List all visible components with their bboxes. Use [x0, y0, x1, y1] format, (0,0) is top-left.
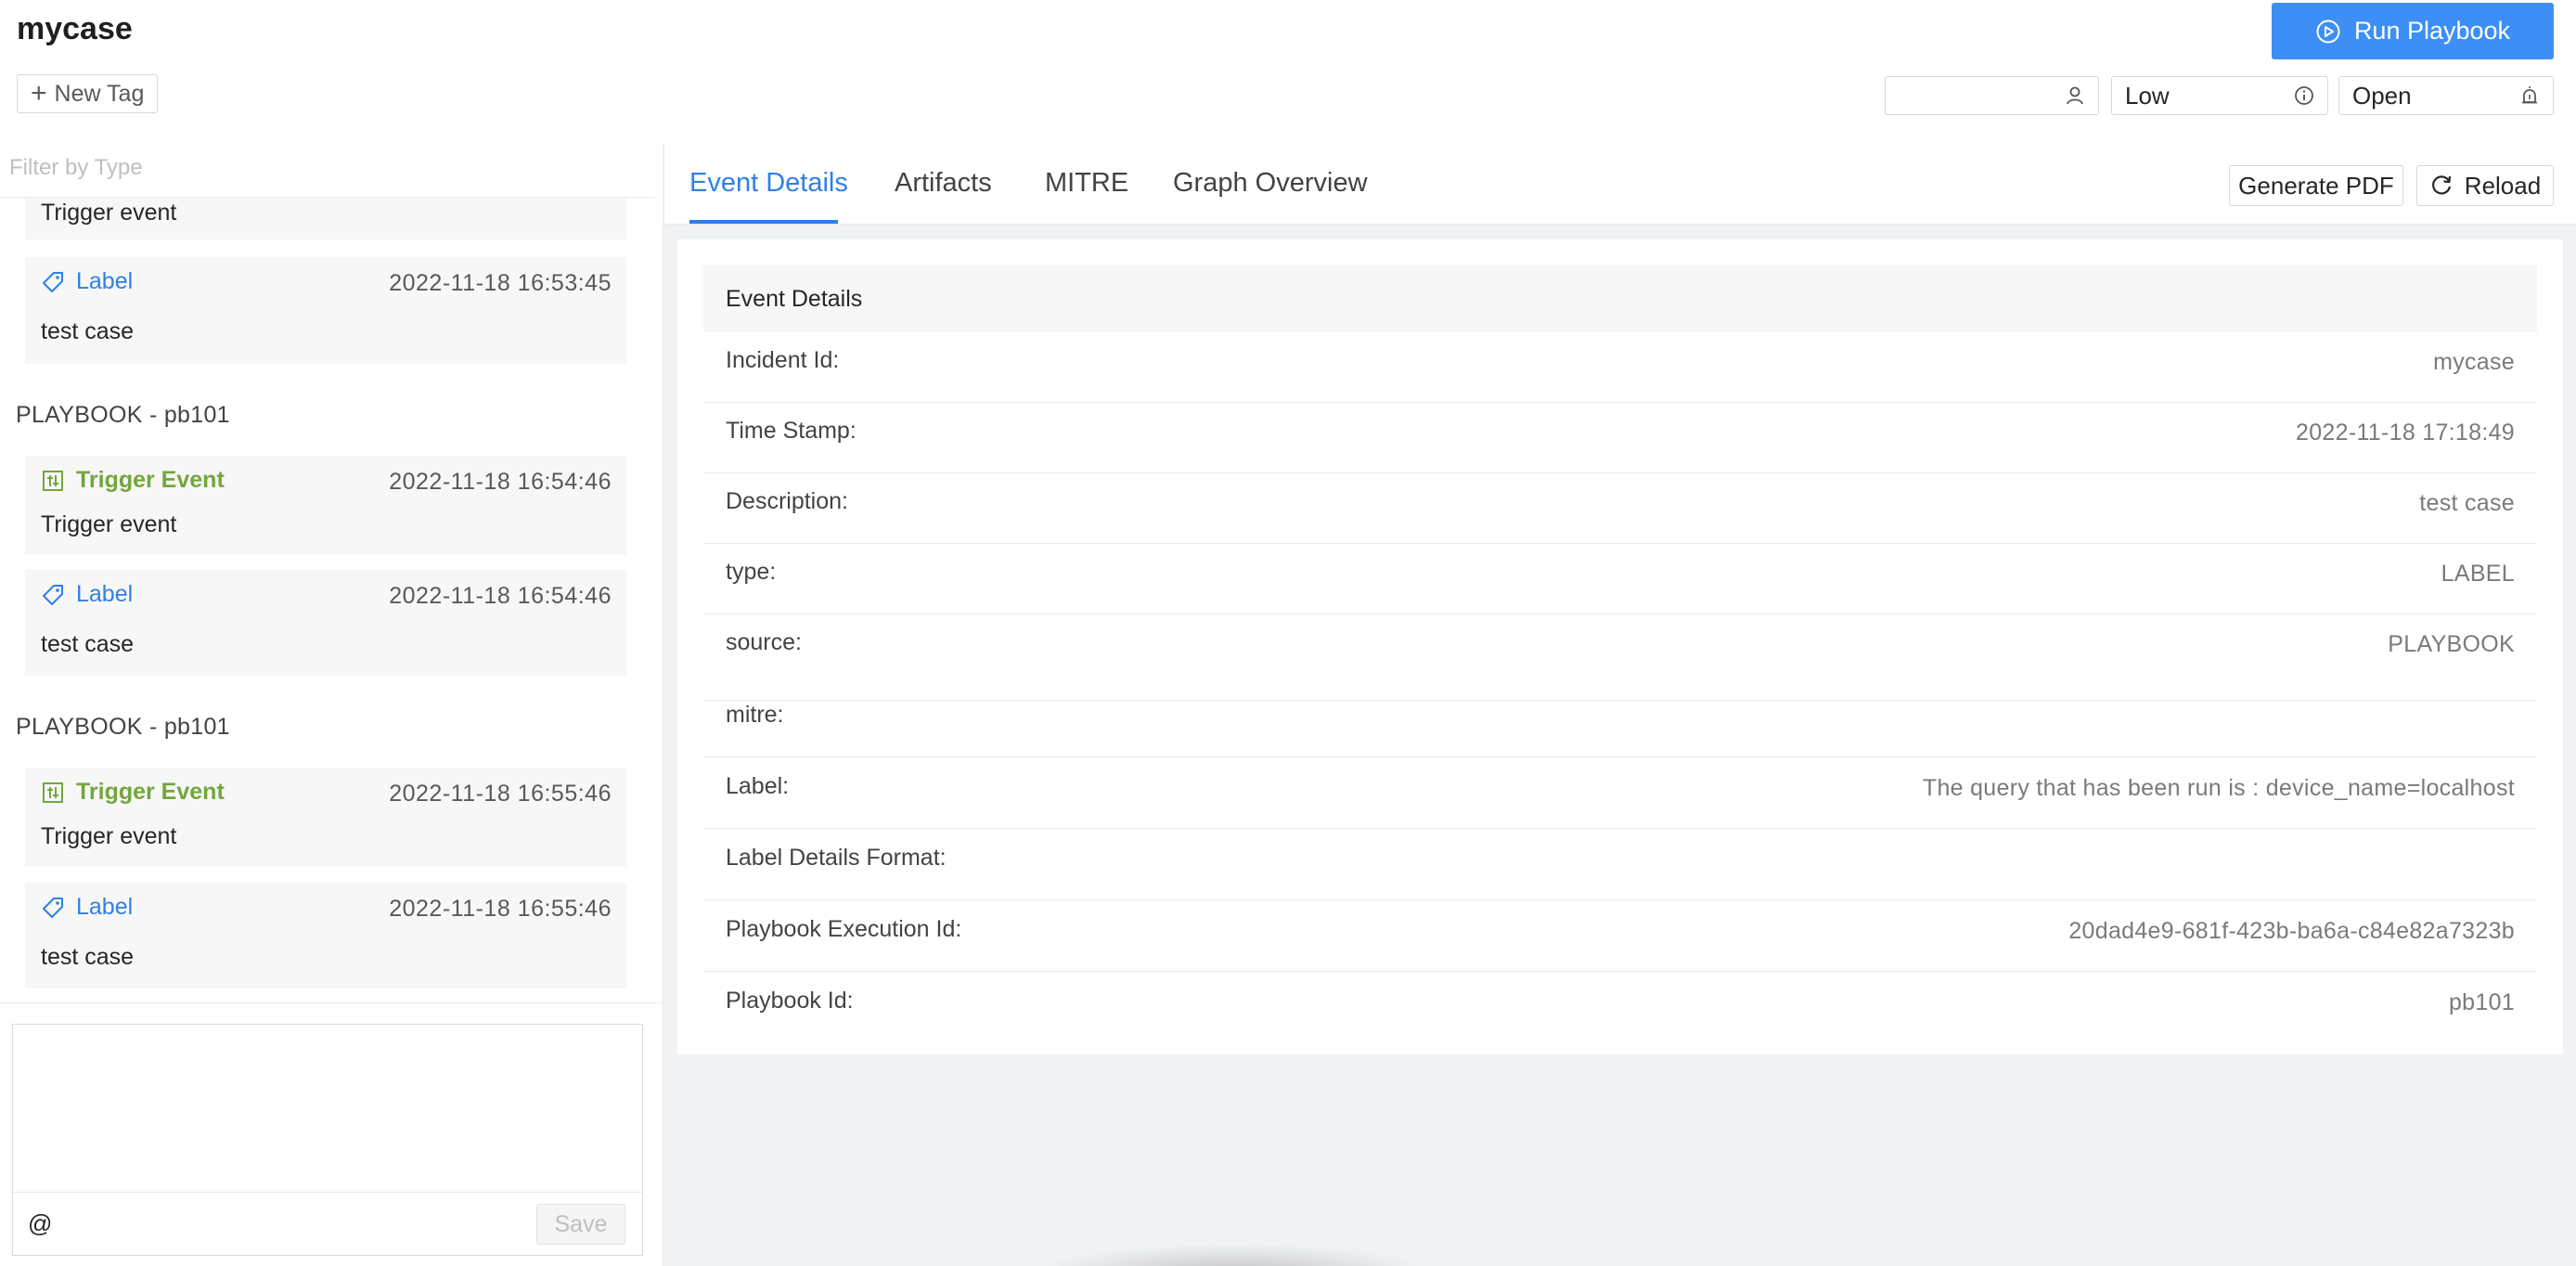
playbook-group-title: PLAYBOOK - pb101 — [16, 402, 230, 428]
detail-row-source: source: PLAYBOOK — [703, 614, 2537, 685]
comment-toolbar: @ Save — [13, 1192, 642, 1255]
user-icon — [2067, 86, 2083, 105]
status-select[interactable]: Open — [2338, 76, 2554, 115]
tab-graph-overview[interactable]: Graph Overview — [1173, 168, 1368, 199]
severity-select[interactable]: Low — [2111, 76, 2328, 115]
detail-row-mitre: mitre: — [703, 687, 2537, 757]
detail-value: The query that has been run is : device_… — [1922, 775, 2515, 801]
detail-key: type: — [726, 559, 777, 585]
detail-row-playbook-execution-id: Playbook Execution Id: 20dad4e9-681f-423… — [703, 901, 2537, 972]
detail-key: Playbook Id: — [726, 988, 854, 1014]
card-description: Trigger event — [41, 200, 177, 226]
detail-value: 20dad4e9-681f-423b-ba6a-c84e82a7323b — [2068, 918, 2515, 944]
timeline-card-trigger[interactable]: Trigger Event 2022-11-18 16:54:46 Trigge… — [25, 456, 626, 555]
event-details-heading: Event Details — [703, 265, 2537, 332]
card-header: Label — [41, 268, 133, 295]
detail-row-time-stamp: Time Stamp: 2022-11-18 17:18:49 — [703, 403, 2537, 473]
timeline-card-partial[interactable]: Trigger event — [25, 198, 626, 239]
run-playbook-label: Run Playbook — [2353, 17, 2511, 45]
detail-key: Time Stamp: — [726, 418, 857, 444]
detail-value: pb101 — [2448, 989, 2515, 1015]
card-timestamp: 2022-11-18 16:55:46 — [389, 781, 612, 807]
generate-pdf-button[interactable]: Generate PDF — [2229, 165, 2403, 206]
card-description: test case — [41, 318, 135, 344]
generate-pdf-label: Generate PDF — [2238, 171, 2394, 200]
card-title: Trigger Event — [76, 779, 225, 805]
detail-value: LABEL — [2441, 561, 2515, 587]
detail-row-description: Description: test case — [703, 473, 2537, 544]
trigger-icon — [43, 470, 63, 491]
detail-key: source: — [726, 629, 802, 655]
status-value: Open — [2352, 81, 2412, 110]
card-header: Trigger Event — [41, 467, 225, 494]
mention-button[interactable]: @ — [28, 1209, 52, 1238]
info-circle-icon — [2295, 86, 2313, 105]
card-title: Trigger Event — [76, 467, 225, 493]
divider — [0, 1002, 663, 1003]
reload-icon — [2431, 175, 2451, 195]
tab-event-details[interactable]: Event Details — [689, 168, 848, 199]
detail-row-label-details-format: Label Details Format: — [703, 830, 2537, 900]
save-button[interactable]: Save — [536, 1204, 625, 1245]
detail-key: Description: — [726, 488, 848, 514]
severity-value: Low — [2125, 81, 2170, 110]
timeline-card-label[interactable]: Label 2022-11-18 16:54:46 test case — [25, 570, 626, 676]
detail-key: mitre: — [726, 702, 784, 728]
play-circle-icon — [2316, 19, 2340, 43]
reload-button[interactable]: Reload — [2416, 165, 2554, 206]
tab-mitre[interactable]: MITRE — [1045, 168, 1128, 199]
timeline-card-label[interactable]: Label 2022-11-18 16:53:45 test case — [25, 257, 626, 364]
alarm-icon — [2522, 86, 2537, 104]
card-title: Label — [76, 581, 134, 607]
tag-icon — [43, 271, 63, 292]
detail-key: Label: — [726, 773, 790, 799]
comment-box[interactable]: @ Save — [12, 1024, 643, 1256]
card-description: Trigger event — [41, 511, 177, 537]
detail-key: Playbook Execution Id: — [726, 916, 962, 942]
card-header: Label — [41, 894, 133, 921]
assignee-select[interactable] — [1885, 76, 2099, 115]
card-timestamp: 2022-11-18 16:54:46 — [389, 469, 612, 495]
case-title: mycase — [17, 11, 133, 46]
detail-key: Label Details Format: — [726, 845, 947, 871]
card-title: Label — [76, 894, 134, 920]
card-header: Label — [41, 581, 133, 608]
card-timestamp: 2022-11-18 16:55:46 — [389, 896, 612, 922]
plus-icon: + — [31, 78, 47, 109]
card-timestamp: 2022-11-18 16:53:45 — [389, 270, 612, 296]
detail-value: 2022-11-18 17:18:49 — [2296, 420, 2515, 446]
detail-key: Incident Id: — [726, 347, 840, 373]
run-playbook-button[interactable]: Run Playbook — [2272, 3, 2554, 59]
card-title: Label — [76, 268, 134, 294]
comment-input[interactable] — [13, 1025, 642, 1192]
filter-by-type-select[interactable]: Filter by Type — [9, 155, 143, 181]
detail-row-type: type: LABEL — [703, 544, 2537, 614]
detail-value: test case — [2419, 490, 2515, 516]
divider — [664, 224, 2576, 225]
tab-artifacts[interactable]: Artifacts — [895, 168, 992, 199]
detail-value: PLAYBOOK — [2388, 631, 2515, 657]
timeline-card-trigger[interactable]: Trigger Event 2022-11-18 16:55:46 Trigge… — [25, 768, 626, 867]
card-timestamp: 2022-11-18 16:54:46 — [389, 583, 612, 609]
tag-icon — [43, 584, 63, 605]
new-tag-label: New Tag — [54, 80, 145, 107]
tag-icon — [43, 897, 63, 918]
detail-row-label: Label: The query that has been run is : … — [703, 758, 2537, 829]
detail-value: mycase — [2433, 349, 2515, 375]
card-description: Trigger event — [41, 823, 177, 849]
detail-row-incident-id: Incident Id: mycase — [703, 332, 2537, 403]
new-tag-button[interactable]: + New Tag — [17, 74, 159, 113]
card-header: Trigger Event — [41, 779, 225, 806]
reload-label: Reload — [2464, 171, 2542, 200]
trigger-icon — [43, 782, 63, 803]
card-description: test case — [41, 631, 135, 657]
detail-row-playbook-id: Playbook Id: pb101 — [703, 973, 2537, 1043]
timeline-card-label[interactable]: Label 2022-11-18 16:55:46 test case — [25, 883, 626, 988]
playbook-group-title: PLAYBOOK - pb101 — [16, 714, 230, 740]
card-description: test case — [41, 944, 135, 970]
event-details-card: Event Details Incident Id: mycase Time S… — [677, 239, 2563, 700]
tabs-bar: Event Details Artifacts MITRE Graph Over… — [664, 144, 2576, 225]
